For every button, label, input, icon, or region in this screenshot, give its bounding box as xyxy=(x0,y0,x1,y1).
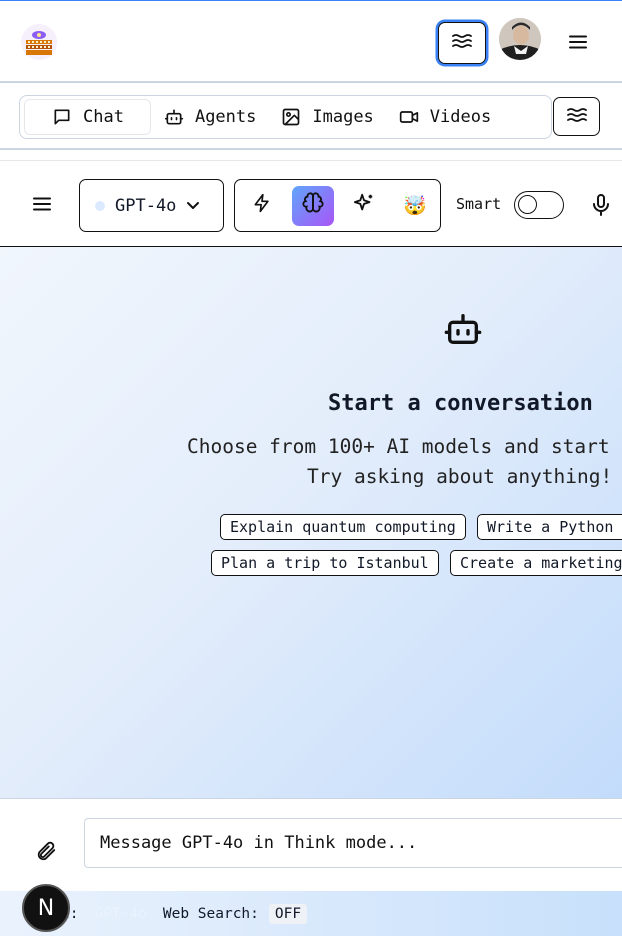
nav-waves-button[interactable] xyxy=(553,97,600,136)
smart-mode-toggle[interactable] xyxy=(514,191,564,219)
bot-icon xyxy=(163,106,185,128)
web-search-label: Web Search: xyxy=(162,905,259,922)
empty-state-subtitle-2: Try asking about anything! xyxy=(307,465,613,488)
tab-images-label: Images xyxy=(312,107,374,127)
empty-state-title: Start a conversation xyxy=(328,391,593,416)
image-icon xyxy=(280,106,302,128)
hamburger-menu-icon xyxy=(33,196,51,215)
suggestion-chip[interactable]: Write a Python xyxy=(477,514,622,540)
waves-icon xyxy=(451,33,473,53)
chevron-down-icon xyxy=(186,196,200,216)
dev-tools-badge-letter: N xyxy=(37,895,55,921)
model-status-dot xyxy=(95,200,105,211)
user-avatar[interactable] xyxy=(499,18,541,60)
mode-mindblown-button[interactable]: 🤯 xyxy=(394,186,436,226)
paperclip-icon[interactable] xyxy=(35,839,57,863)
suggestion-chip[interactable]: Plan a trip to Istanbul xyxy=(211,550,439,576)
hamburger-menu-icon xyxy=(569,34,587,53)
nav-tabs: Chat Agents Images Videos xyxy=(19,95,552,139)
suggestion-chip[interactable]: Explain quantum computing xyxy=(220,514,466,540)
empty-state-subtitle: Choose from 100+ AI models and start xyxy=(187,435,610,458)
video-icon xyxy=(398,106,420,128)
tab-videos[interactable]: Videos xyxy=(386,99,503,135)
app-header xyxy=(0,0,622,83)
sparkles-icon xyxy=(353,192,375,219)
tab-chat[interactable]: Chat xyxy=(24,99,151,135)
mode-fast-button[interactable] xyxy=(241,186,283,226)
chat-toolbar: GPT-4o 🤯 Smart xyxy=(0,160,622,247)
waves-icon xyxy=(566,107,588,127)
brain-icon xyxy=(302,192,324,219)
smart-mode-label: Smart xyxy=(456,195,502,213)
mode-selector: 🤯 xyxy=(234,179,441,232)
waves-button[interactable] xyxy=(438,22,486,64)
tab-agents[interactable]: Agents xyxy=(151,99,268,135)
message-composer: l: GPT-4o Web Search: OFF xyxy=(0,798,622,952)
microphone-icon[interactable] xyxy=(592,193,610,217)
chat-empty-state: Start a conversation Choose from 100+ AI… xyxy=(0,247,622,798)
model-selector-label: GPT-4o xyxy=(115,195,177,216)
tab-agents-label: Agents xyxy=(194,107,257,127)
tab-chat-label: Chat xyxy=(83,107,124,127)
main-menu-button[interactable] xyxy=(566,32,590,54)
model-selector[interactable]: GPT-4o xyxy=(79,179,224,232)
exploding-head-emoji: 🤯 xyxy=(403,195,427,217)
composer-status-bar: l: GPT-4o Web Search: OFF xyxy=(0,891,622,936)
suggestion-chip[interactable]: Create a marketing xyxy=(450,550,622,576)
status-model-value: GPT-4o xyxy=(94,905,147,922)
nav-bar: Chat Agents Images Videos xyxy=(0,83,622,150)
toggle-knob xyxy=(518,195,537,214)
colosseum-logo-icon[interactable] xyxy=(20,23,58,61)
web-search-value[interactable]: OFF xyxy=(268,903,308,924)
sidebar-toggle-button[interactable] xyxy=(30,194,54,216)
message-square-icon xyxy=(51,106,73,128)
dev-tools-badge[interactable]: N xyxy=(22,884,70,932)
mode-think-button[interactable] xyxy=(292,185,334,226)
bot-icon xyxy=(443,309,483,349)
tab-videos-label: Videos xyxy=(429,107,492,127)
message-input[interactable] xyxy=(84,818,622,868)
zap-icon xyxy=(252,192,272,219)
tab-images[interactable]: Images xyxy=(268,99,385,135)
mode-creative-button[interactable] xyxy=(343,186,385,226)
